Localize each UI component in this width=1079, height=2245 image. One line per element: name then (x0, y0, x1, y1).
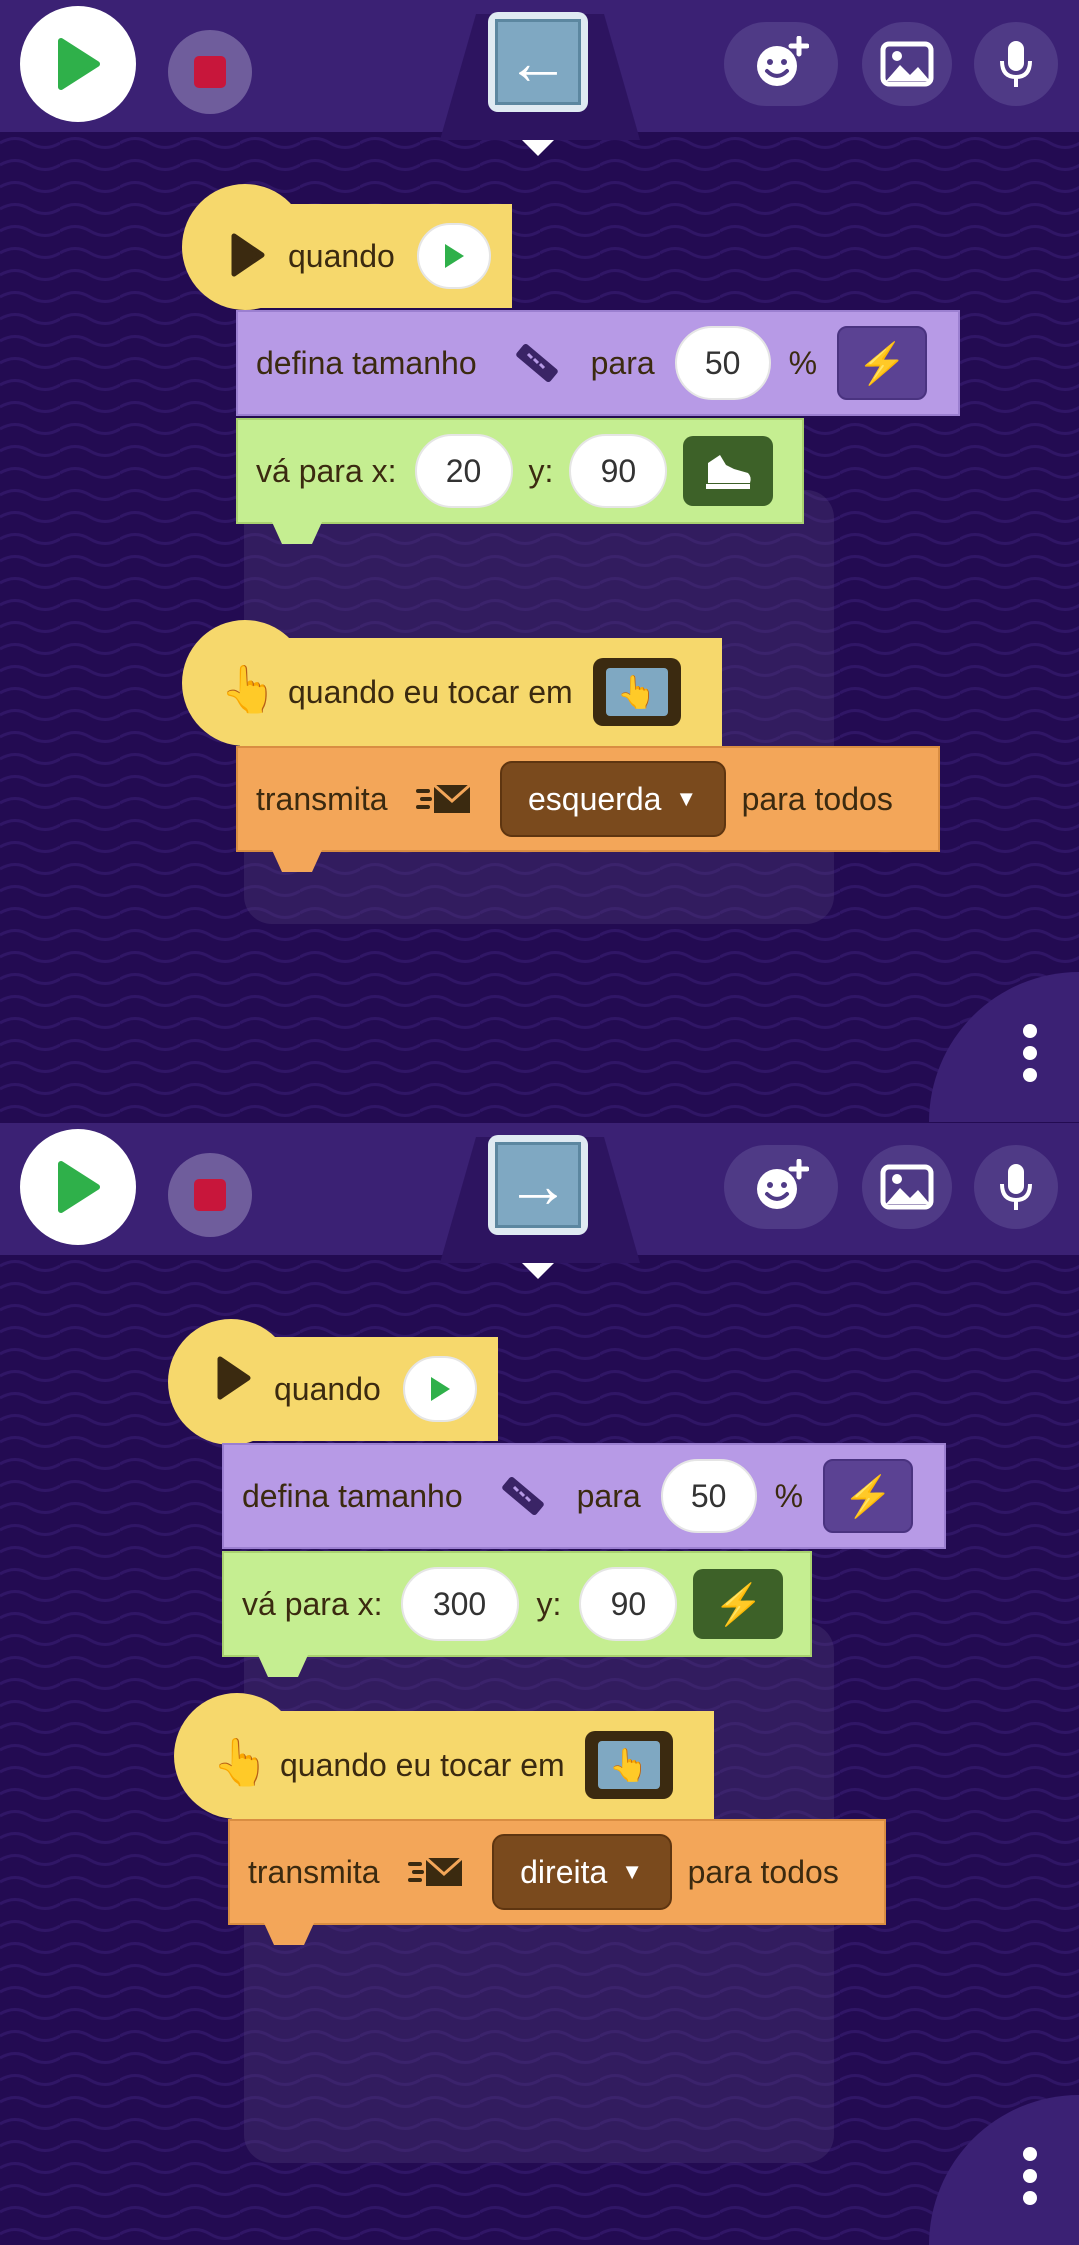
tap-hand-icon: 👆 (220, 663, 278, 715)
add-sprite-icon (757, 36, 809, 86)
sneaker-icon[interactable] (683, 436, 774, 506)
editor-panel-1: ← quando defina tamanho para 50 % ⚡ vá p… (0, 0, 1079, 1122)
add-sprite-button[interactable] (724, 1145, 838, 1229)
size-input[interactable]: 50 (660, 1459, 757, 1533)
broadcast-block[interactable]: transmita esquerda ▼ para todos (236, 746, 940, 852)
play-icon (231, 233, 265, 277)
sprite-arrow-icon: ← (495, 19, 581, 105)
set-size-label: defina tamanho (242, 1477, 463, 1514)
x-input[interactable]: 300 (400, 1567, 519, 1641)
percent-label: % (774, 1477, 804, 1514)
stop-button[interactable] (168, 30, 252, 114)
goto-y-label: y: (528, 452, 554, 489)
percent-label: % (788, 344, 818, 381)
broadcast-suffix: para todos (741, 780, 893, 817)
go-to-xy-block[interactable]: vá para x: 20 y: 90 (236, 418, 804, 524)
hat-label: quando (274, 1370, 381, 1407)
when-flag-clicked-block[interactable]: quando (226, 1337, 498, 1441)
sprite-tap-icon[interactable]: 👆 (584, 1731, 673, 1799)
play-icon (58, 38, 100, 90)
goto-label: vá para x: (242, 1585, 383, 1622)
image-icon (880, 1164, 934, 1210)
envelope-icon (415, 783, 471, 813)
green-flag-button[interactable] (20, 1129, 136, 1245)
sound-button[interactable] (974, 22, 1058, 106)
add-sprite-button[interactable] (724, 22, 838, 106)
message-dropdown[interactable]: esquerda ▼ (499, 761, 726, 837)
menu-corner[interactable] (929, 2095, 1079, 2245)
chevron-down-icon: ▼ (621, 1859, 644, 1884)
broadcast-suffix: para todos (687, 1853, 839, 1890)
go-to-xy-block[interactable]: vá para x: 300 y: 90 ⚡ (222, 1551, 812, 1657)
tap-hand-icon: 👆 (212, 1736, 270, 1788)
envelope-icon (407, 1856, 463, 1886)
stop-icon (194, 56, 226, 88)
when-flag-clicked-block[interactable]: quando (240, 204, 512, 308)
hat2-label: quando eu tocar em (288, 673, 573, 710)
sprite-arrow-icon: → (495, 1142, 581, 1228)
flag-input[interactable] (402, 1356, 477, 1422)
hat-label: quando (288, 237, 395, 274)
drawer-toggle-icon[interactable] (522, 1263, 554, 1279)
drawer-toggle-icon[interactable] (522, 140, 554, 156)
sprite-tap-icon[interactable]: 👆 (592, 658, 681, 726)
play-icon (444, 244, 464, 268)
y-input[interactable]: 90 (579, 1567, 678, 1641)
play-icon (430, 1377, 450, 1401)
image-icon (880, 41, 934, 87)
add-sprite-icon (757, 1159, 809, 1209)
broadcast-label: transmita (248, 1853, 380, 1890)
microphone-icon (1000, 1164, 1032, 1210)
microphone-icon (1000, 41, 1032, 87)
goto-label: vá para x: (256, 452, 397, 489)
when-tapped-block[interactable]: quando eu tocar em 👆 (240, 638, 722, 746)
sound-button[interactable] (974, 1145, 1058, 1229)
menu-corner[interactable] (929, 972, 1079, 1122)
message-value: esquerda (527, 780, 662, 817)
set-size-label: defina tamanho (256, 344, 477, 381)
when-tapped-block[interactable]: quando eu tocar em 👆 (232, 1711, 714, 1819)
more-vertical-icon (1023, 1024, 1039, 1082)
ruler-icon (501, 1476, 544, 1516)
sprite-thumbnail[interactable]: → (488, 1135, 588, 1235)
size-input[interactable]: 50 (674, 326, 771, 400)
lightning-icon[interactable]: ⚡ (823, 1459, 914, 1533)
goto-y-label: y: (536, 1585, 562, 1622)
green-flag-button[interactable] (20, 6, 136, 122)
play-icon (217, 1356, 251, 1400)
sprite-thumbnail[interactable]: ← (488, 12, 588, 112)
message-value: direita (520, 1853, 608, 1890)
chevron-down-icon: ▼ (675, 786, 698, 811)
lightning-icon[interactable]: ⚡ (837, 326, 928, 400)
set-size-block[interactable]: defina tamanho para 50 % ⚡ (236, 310, 960, 416)
set-size-para-label: para (576, 1477, 641, 1514)
stop-button[interactable] (168, 1153, 252, 1237)
lightning-icon[interactable]: ⚡ (693, 1569, 784, 1639)
y-input[interactable]: 90 (569, 434, 668, 508)
broadcast-block[interactable]: transmita direita ▼ para todos (228, 1819, 886, 1925)
broadcast-label: transmita (256, 780, 388, 817)
flag-input[interactable] (416, 223, 491, 289)
backdrop-button[interactable] (862, 22, 952, 106)
editor-panel-2: → quando defina tamanho para 50 % ⚡ vá p… (0, 1123, 1079, 2245)
stop-icon (194, 1179, 226, 1211)
set-size-para-label: para (590, 344, 655, 381)
backdrop-button[interactable] (862, 1145, 952, 1229)
message-dropdown[interactable]: direita ▼ (491, 1834, 672, 1910)
hat2-label: quando eu tocar em (280, 1746, 565, 1783)
more-vertical-icon (1023, 2147, 1039, 2205)
play-icon (58, 1161, 100, 1213)
ruler-icon (515, 343, 558, 383)
x-input[interactable]: 20 (414, 434, 513, 508)
set-size-block[interactable]: defina tamanho para 50 % ⚡ (222, 1443, 946, 1549)
